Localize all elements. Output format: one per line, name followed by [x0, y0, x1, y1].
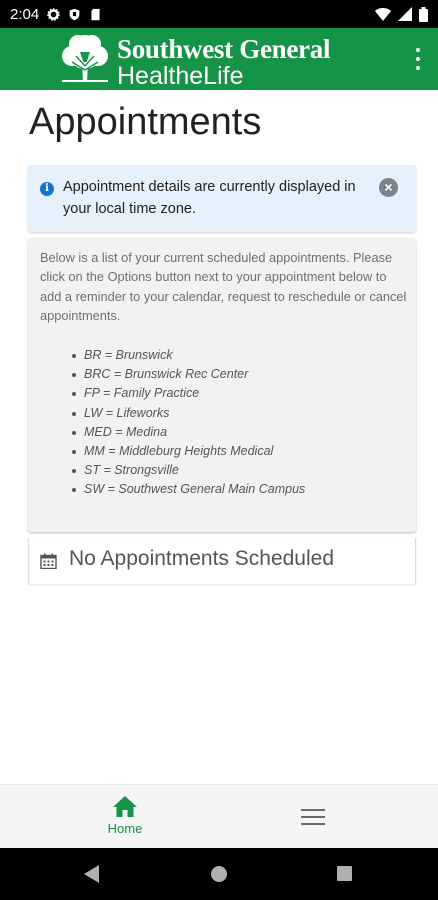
brand-subname: HealtheLife — [117, 62, 244, 90]
brand-name: Southwest General — [117, 34, 331, 64]
alert-text: Appointment details are currently displa… — [63, 179, 356, 217]
nav-home-tab[interactable]: Home — [95, 795, 155, 843]
legend-item: BR = Brunswick — [72, 346, 305, 365]
legend-item: SW = Southwest General Main Campus — [72, 480, 305, 499]
timezone-alert: i Appointment details are currently disp… — [28, 165, 416, 232]
page-title: Appointments — [29, 101, 262, 143]
recents-icon[interactable] — [337, 866, 352, 881]
legend-item: MM = Middleburg Heights Medical — [72, 442, 305, 461]
kebab-menu-icon[interactable] — [414, 48, 422, 70]
instructions-text: Below is a list of your current schedule… — [40, 250, 407, 324]
tree-logo — [62, 35, 108, 82]
instructions-card: Below is a list of your current schedule… — [28, 238, 416, 532]
brand-logo: Southwest General HealtheLife — [117, 36, 330, 89]
info-icon: i — [40, 182, 54, 196]
nav-home-label: Home — [107, 821, 143, 836]
legend-item: FP = Family Practice — [72, 384, 305, 403]
home-icon — [113, 796, 137, 817]
bottom-nav: Home — [0, 784, 438, 848]
app-header: Southwest General HealtheLife — [0, 28, 438, 90]
shield-icon — [69, 8, 80, 20]
close-alert-button[interactable]: × — [379, 178, 398, 197]
calendar-icon — [40, 553, 57, 569]
wifi-icon — [375, 8, 391, 21]
empty-state-text: No Appointments Scheduled — [69, 547, 335, 570]
legend-item: BRC = Brunswick Rec Center — [72, 365, 305, 384]
legend-item: ST = Strongsville — [72, 461, 305, 480]
hamburger-menu-icon[interactable] — [297, 807, 329, 827]
status-time: 2:04 — [10, 5, 40, 23]
status-bar: 2:04 — [0, 0, 438, 28]
legend-item: MED = Medina — [72, 423, 305, 442]
sd-card-icon — [91, 8, 100, 20]
system-home-icon[interactable] — [211, 866, 227, 882]
location-legend: BR = Brunswick BRC = Brunswick Rec Cente… — [72, 346, 305, 500]
signal-icon — [398, 7, 412, 21]
system-nav-bar — [0, 848, 438, 900]
battery-icon — [419, 6, 428, 22]
appointments-list: No Appointments Scheduled — [28, 538, 416, 584]
back-icon[interactable] — [84, 865, 99, 883]
legend-item: LW = Lifeworks — [72, 404, 305, 423]
settings-icon — [47, 7, 60, 21]
